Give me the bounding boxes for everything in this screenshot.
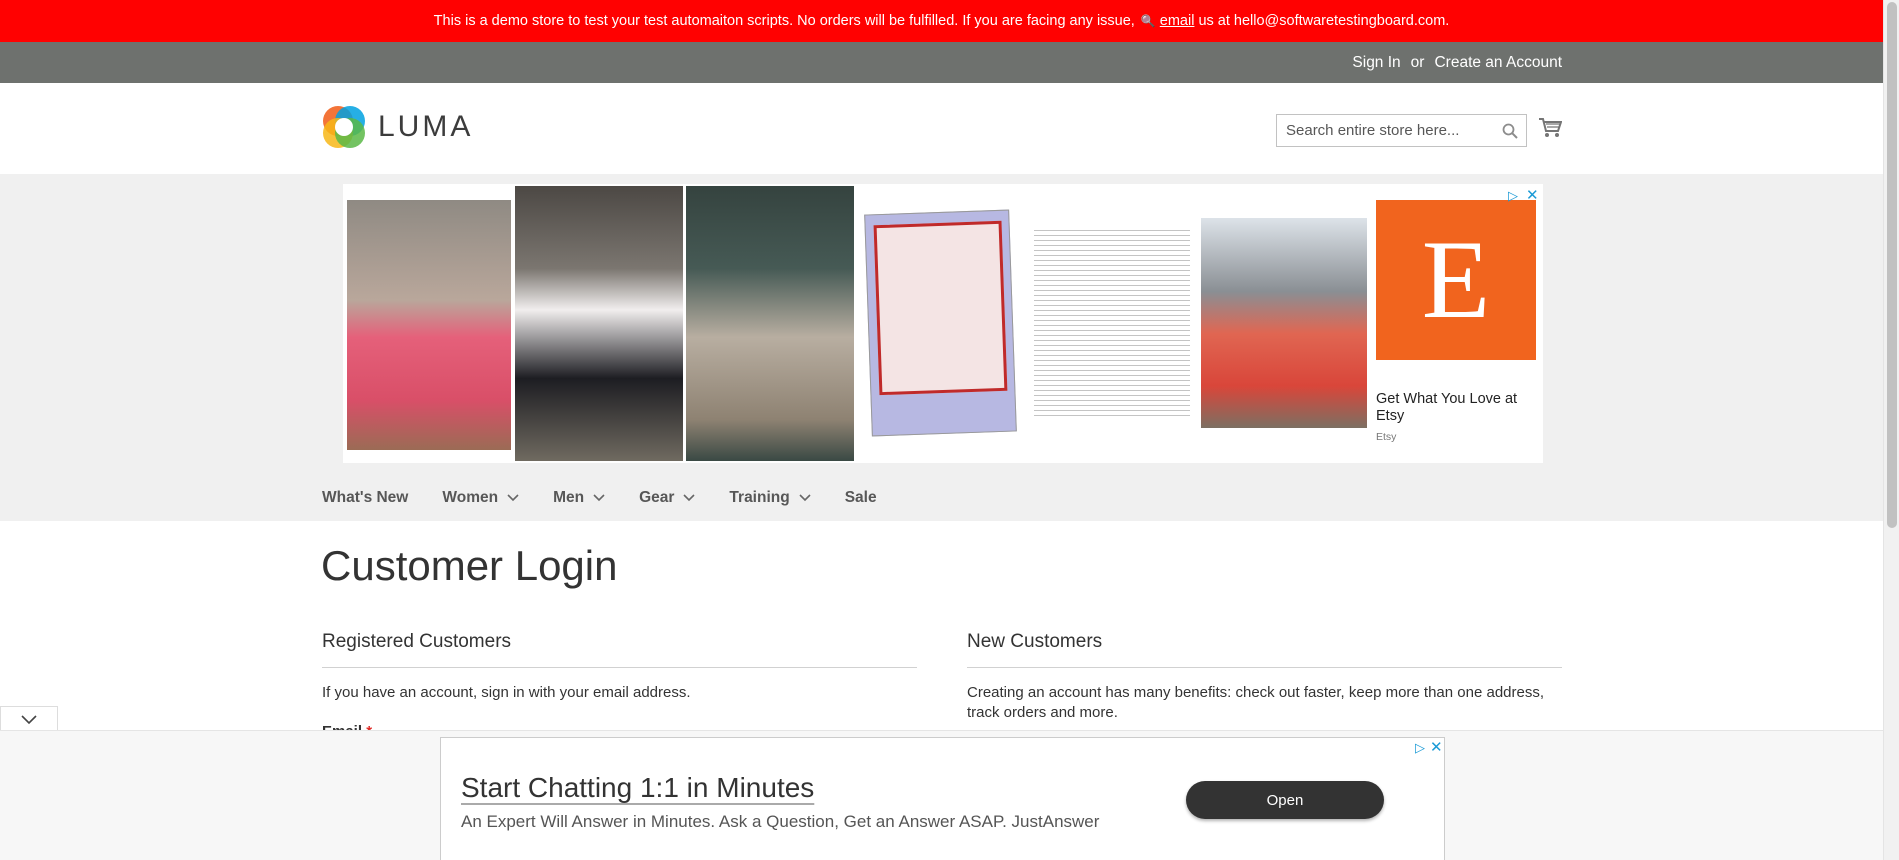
ad-image-woman-red-dress[interactable] (345, 186, 513, 461)
bottom-ad-subtext: An Expert Will Answer in Minutes. Ask a … (461, 812, 1100, 831)
bottom-ad-overlay: Start Chatting 1:1 in Minutes An Expert … (0, 730, 1883, 860)
search-input[interactable]: Search entire store here... (1276, 114, 1527, 147)
demo-notice-bar: This is a demo store to test your test a… (0, 0, 1883, 42)
ad-image-document[interactable] (1028, 186, 1196, 461)
scrollbar-thumb[interactable] (1887, 2, 1897, 528)
close-icon[interactable]: ✕ (1526, 186, 1539, 204)
chevron-down-icon (21, 714, 37, 724)
etsy-logo[interactable]: E (1376, 200, 1536, 360)
divider (967, 667, 1562, 668)
registered-customers-title: Registered Customers (322, 631, 512, 652)
demo-notice-text-after: us at hello@softwaretestingboard.com. (1198, 13, 1450, 29)
etsy-ad-title[interactable]: Get What You Love at Etsy (1376, 391, 1536, 425)
bottom-ad[interactable]: Start Chatting 1:1 in Minutes An Expert … (440, 737, 1445, 860)
open-button[interactable]: Open (1186, 781, 1384, 819)
cart-icon[interactable] (1538, 117, 1562, 139)
adchoices-icon[interactable]: ▷ (1415, 740, 1425, 756)
close-icon[interactable]: ✕ (1430, 738, 1443, 756)
registered-customers-text: If you have an account, sign in with you… (322, 684, 691, 701)
new-customers-title: New Customers (967, 631, 1103, 652)
search-icon[interactable] (1502, 123, 1518, 139)
nav-item-women[interactable]: Women (442, 489, 519, 507)
demo-notice-text: This is a demo store to test your test a… (433, 13, 1135, 29)
ad-image-woman-red-pants[interactable] (1199, 186, 1367, 461)
nav-label: Men (553, 489, 585, 506)
ad-area: E Get What You Love at Etsy Etsy ▷ ✕ (0, 174, 1883, 521)
nav-label: What's New (322, 489, 409, 506)
ad-image-woman-white-top[interactable] (515, 186, 683, 461)
nav-item-whats-new[interactable]: What's New (322, 489, 408, 507)
page-title: Customer Login (321, 542, 618, 589)
luma-logo[interactable]: LUMA (322, 105, 473, 149)
search-placeholder: Search entire store here... (1286, 122, 1460, 139)
chevron-down-icon (593, 494, 605, 502)
scrollbar[interactable] (1883, 0, 1899, 860)
create-account-link[interactable]: Create an Account (1434, 54, 1562, 72)
chevron-down-icon (507, 494, 519, 502)
main-nav: What's New Women Men Gear Training Sale (322, 489, 911, 507)
divider (322, 667, 917, 668)
or-separator: or (1410, 54, 1425, 71)
ad-image-cartoon-card[interactable] (858, 186, 1025, 461)
logo-text: LUMA (378, 110, 474, 143)
chevron-down-icon (683, 494, 695, 502)
collapse-ad-button[interactable] (0, 706, 58, 732)
nav-label: Women (442, 489, 499, 506)
email-link[interactable]: email (1160, 13, 1195, 29)
nav-item-sale[interactable]: Sale (845, 489, 877, 507)
top-links-bar: Sign In or Create an Account (0, 42, 1883, 83)
adchoices-icon[interactable]: ▷ (1508, 188, 1518, 204)
nav-item-men[interactable]: Men (553, 489, 605, 507)
new-customers-text: Creating an account has many benefits: c… (967, 684, 1545, 721)
site-header: LUMA Search entire store here... (0, 83, 1883, 174)
nav-label: Gear (639, 489, 675, 506)
etsy-ad-source: Etsy (1376, 431, 1397, 443)
sign-in-link[interactable]: Sign In (1352, 54, 1400, 72)
nav-label: Sale (844, 489, 877, 506)
nav-item-training[interactable]: Training (729, 489, 811, 507)
search-icon: 🔍 (1140, 14, 1156, 28)
bottom-ad-headline[interactable]: Start Chatting 1:1 in Minutes (461, 772, 814, 804)
top-ad-banner[interactable]: E Get What You Love at Etsy Etsy ▷ ✕ (343, 184, 1543, 463)
nav-item-gear[interactable]: Gear (639, 489, 695, 507)
nav-label: Training (729, 489, 790, 506)
ad-image-woman-gown[interactable] (686, 186, 854, 461)
chevron-down-icon (799, 494, 811, 502)
luma-logo-icon (323, 106, 365, 148)
